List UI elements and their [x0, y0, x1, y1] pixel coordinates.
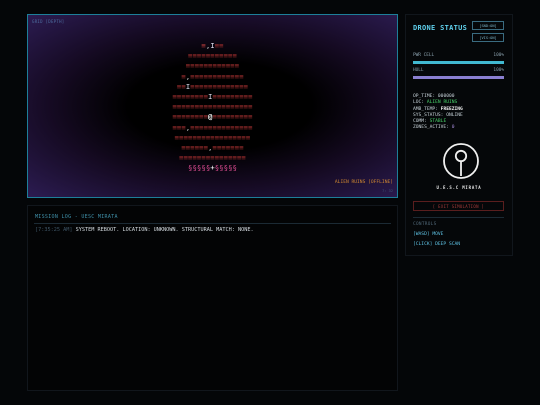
map-row: ≡≡≡≡≡≡,≡≡≡≡≡≡≡: [28, 143, 397, 153]
stat-value: 000000: [437, 94, 455, 99]
stat-value: 0: [451, 125, 455, 131]
map-row: ≡≡I≡≡≡≡≡≡≡≡≡≡≡≡≡: [28, 82, 397, 92]
map-tile: ≡≡≡≡≡≡≡≡≡≡≡≡≡: [190, 81, 249, 91]
map-tile: ≡≡: [214, 41, 224, 50]
ship-name: U.E.S.C MIRATA: [436, 185, 482, 190]
hull-bar: [413, 76, 504, 79]
map-tile: §§§§§: [214, 163, 237, 173]
control-deep-scan: [CLICK] DEEP SCAN: [413, 242, 461, 247]
stat-key: LOC:: [413, 100, 427, 106]
map-tile: ≡≡≡≡≡≡≡: [212, 142, 244, 152]
map-tile: ≡≡≡≡≡≡≡≡≡≡≡≡≡≡: [190, 122, 253, 132]
stat-value: ALIEN RUINS: [426, 100, 458, 106]
visual-toggle-button[interactable]: [VIS:ON]: [472, 33, 504, 42]
panel-divider: [413, 217, 504, 218]
log-entries: [7:35:25 AM] SYSTEM REBOOT. LOCATION: UN…: [35, 227, 254, 233]
map-tile: ≡≡≡: [172, 122, 186, 132]
coordinate-readout: 7: 32: [382, 189, 393, 193]
power-cell-bar: [413, 61, 504, 64]
map-tile: ≡≡≡≡≡≡≡≡≡≡≡≡: [185, 61, 240, 71]
drone-status-panel: DRONE STATUS [SND:ON] [VIS:ON] PWR CELL …: [405, 14, 513, 256]
map-tile: ≡≡: [176, 81, 186, 91]
power-cell-label: PWR CELL: [413, 53, 435, 58]
map-row: ≡≡≡≡≡≡≡≡≡≡≡≡≡≡≡≡≡≡: [28, 102, 397, 112]
stat-value: STABLE: [429, 119, 447, 125]
map-tile: ≡≡≡≡≡≡≡≡≡≡≡: [188, 51, 237, 61]
map-tile: ≡≡≡≡≡≡: [181, 142, 209, 152]
mirata-emblem-icon: [443, 143, 479, 179]
log-text: SYSTEM REBOOT. LOCATION: UNKNOWN. STRUCT…: [72, 227, 254, 233]
sound-toggle-button[interactable]: [SND:ON]: [472, 21, 504, 30]
log-title: MISSION LOG - UESC MIRATA: [35, 214, 118, 220]
map-row: ≡≡≡,≡≡≡≡≡≡≡≡≡≡≡≡≡≡: [28, 123, 397, 133]
stat-value: FREEZING: [440, 106, 463, 112]
map-tile: §§§§§: [188, 163, 211, 173]
map-tile: ≡≡≡≡≡≡≡≡: [172, 112, 209, 122]
viewport-label: GRID [DEPTH]: [32, 19, 65, 24]
controls-title: CONTROLS: [413, 222, 437, 227]
power-cell-fill: [413, 61, 504, 64]
map-tile: ≡≡≡≡≡≡≡≡≡≡≡≡: [190, 71, 244, 81]
hull-fill: [413, 76, 504, 79]
map-tile: ≡≡≡≡≡≡≡≡≡≡≡≡≡≡≡≡≡: [174, 132, 251, 142]
map-row: ≡,I≡≡: [28, 41, 397, 51]
panel-title: DRONE STATUS: [413, 24, 468, 32]
map-row: §§§§§+§§§§§: [28, 163, 397, 173]
log-divider: [34, 223, 391, 224]
map-row: ≡,≡≡≡≡≡≡≡≡≡≡≡≡: [28, 72, 397, 82]
log-entry: [7:35:25 AM] SYSTEM REBOOT. LOCATION: UN…: [35, 227, 254, 233]
hull-value: 100%: [493, 68, 504, 73]
log-timestamp: [7:35:25 AM]: [35, 227, 73, 233]
mission-log: MISSION LOG - UESC MIRATA [7:35:25 AM] S…: [27, 205, 398, 391]
map-row: ≡≡≡≡≡≡≡≡I≡≡≡≡≡≡≡≡≡: [28, 92, 397, 102]
drone-stats: OP_TIME: 000000 LOC: ALIEN RUINS AMB_TEMP:…: [413, 94, 463, 132]
map-tile: ≡≡≡≡≡≡≡≡≡: [212, 112, 253, 122]
map-tile: ≡≡≡≡≡≡≡≡: [172, 91, 209, 101]
control-move: [WASD] MOVE: [413, 232, 444, 237]
stat-key: COMM:: [413, 119, 430, 125]
map-tile: ≡≡≡≡≡≡≡≡≡≡≡≡≡≡≡≡≡≡: [172, 102, 253, 112]
map-row: ≡≡≡≡≡≡≡≡≡≡≡≡≡≡≡≡≡: [28, 133, 397, 143]
exit-simulation-button[interactable]: [ EXIT SIMULATION ]: [413, 201, 504, 211]
map-tile: ≡≡≡≡≡≡≡≡≡≡≡≡≡≡≡: [179, 153, 246, 163]
stat-key: OP_TIME:: [413, 94, 438, 99]
map-tile: ≡≡≡≡≡≡≡≡≡: [212, 91, 253, 101]
map-row: ≡≡≡≡≡≡≡≡≡≡≡≡: [28, 61, 397, 71]
power-cell-value: 100%: [493, 53, 504, 58]
stat-key: SYS_STATUS:: [413, 112, 447, 118]
stat-value: ONLINE: [446, 112, 463, 118]
zone-status: ALIEN RUINS [OFFLINE]: [334, 180, 393, 185]
map-row: ≡≡≡≡≡≡≡≡≡≡≡: [28, 51, 397, 61]
map-row: ≡≡≡≡≡≡≡≡@≡≡≡≡≡≡≡≡≡: [28, 112, 397, 122]
stat-line: ZONES_ACTIVE: 0: [413, 125, 463, 131]
game-viewport[interactable]: GRID [DEPTH] ≡,I≡≡ ≡≡≡≡≡≡≡≡≡≡≡ ≡≡≡≡≡≡≡≡≡≡≡…: [27, 14, 398, 198]
ascii-map[interactable]: ≡,I≡≡ ≡≡≡≡≡≡≡≡≡≡≡ ≡≡≡≡≡≡≡≡≡≡≡≡ ≡,≡≡≡≡≡≡≡≡≡≡…: [28, 41, 397, 173]
stat-key: ZONES_ACTIVE:: [413, 125, 452, 131]
stat-key: AMB_TEMP:: [413, 106, 441, 112]
map-row: ≡≡≡≡≡≡≡≡≡≡≡≡≡≡≡: [28, 153, 397, 163]
hull-label: HULL: [413, 68, 424, 73]
